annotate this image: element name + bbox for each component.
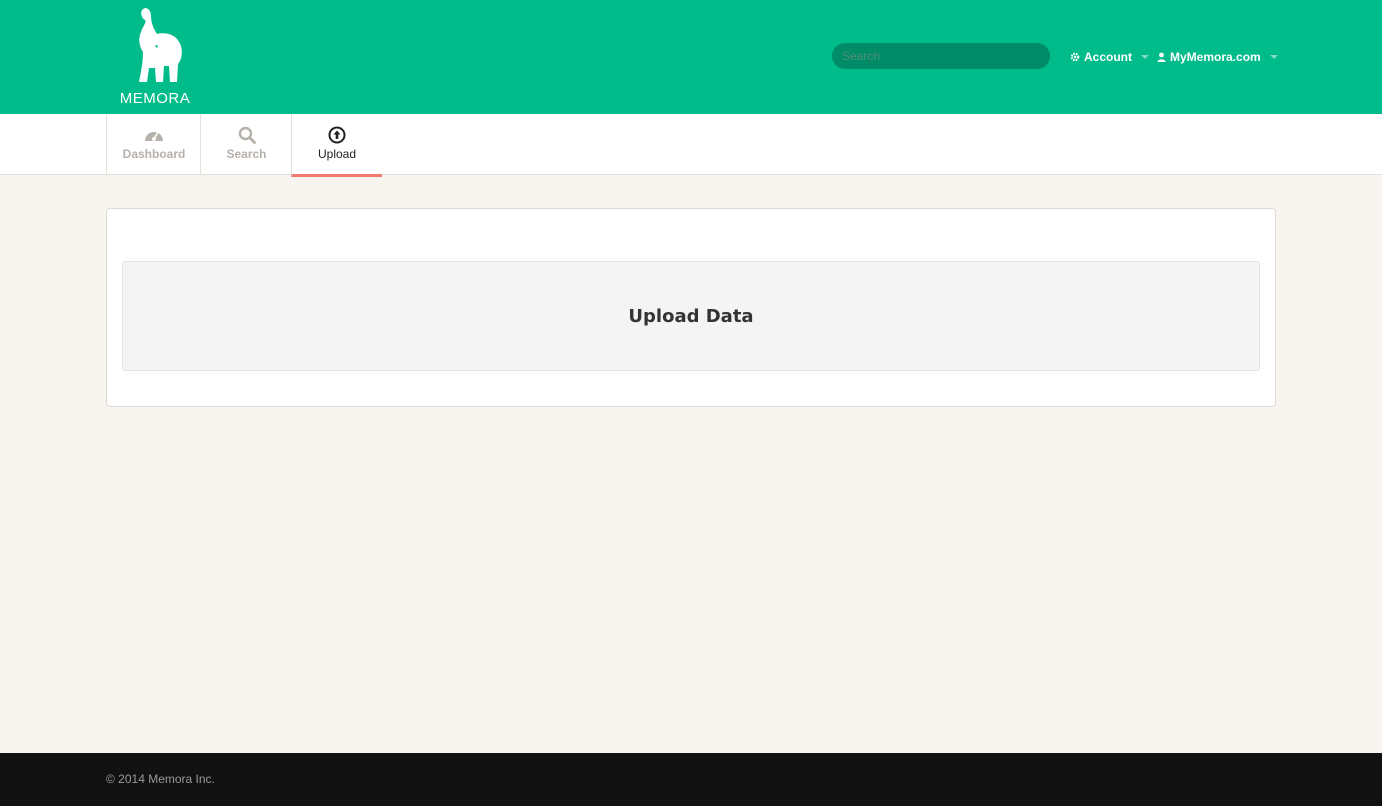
upload-panel: Upload Data <box>106 208 1276 407</box>
site-menu[interactable]: MyMemora.com <box>1157 50 1278 64</box>
chevron-down-icon <box>1141 55 1149 59</box>
upload-circle-icon <box>328 126 346 144</box>
tab-search[interactable]: Search <box>200 114 292 175</box>
search-icon <box>238 126 256 144</box>
chevron-down-icon <box>1269 55 1278 59</box>
tab-dashboard[interactable]: Dashboard <box>106 114 201 175</box>
dashboard-icon <box>145 131 163 141</box>
tab-bar: Dashboard Search Upload <box>0 114 1382 177</box>
tab-dashboard-label: Dashboard <box>122 147 186 161</box>
upload-title: Upload Data <box>628 305 754 327</box>
footer: © 2014 Memora Inc. <box>0 753 1382 806</box>
search-input[interactable] <box>832 43 1050 69</box>
tab-upload[interactable]: Upload <box>291 114 382 177</box>
site-menu-label: MyMemora.com <box>1170 50 1261 64</box>
logo-wordmark: MEMORA <box>119 90 191 107</box>
upload-dropzone[interactable]: Upload Data <box>122 261 1260 371</box>
elephant-logo-icon <box>139 8 182 82</box>
account-menu-label: Account <box>1084 50 1132 64</box>
top-header: MEMORA Account MyMemora.com <box>0 0 1382 114</box>
gear-icon <box>1070 52 1080 62</box>
tab-search-label: Search <box>226 147 267 161</box>
account-menu[interactable]: Account <box>1070 50 1149 64</box>
user-icon <box>1157 52 1166 62</box>
copyright-text: © 2014 Memora Inc. <box>106 772 215 786</box>
logo[interactable]: MEMORA <box>110 6 200 110</box>
tab-upload-label: Upload <box>317 147 357 161</box>
